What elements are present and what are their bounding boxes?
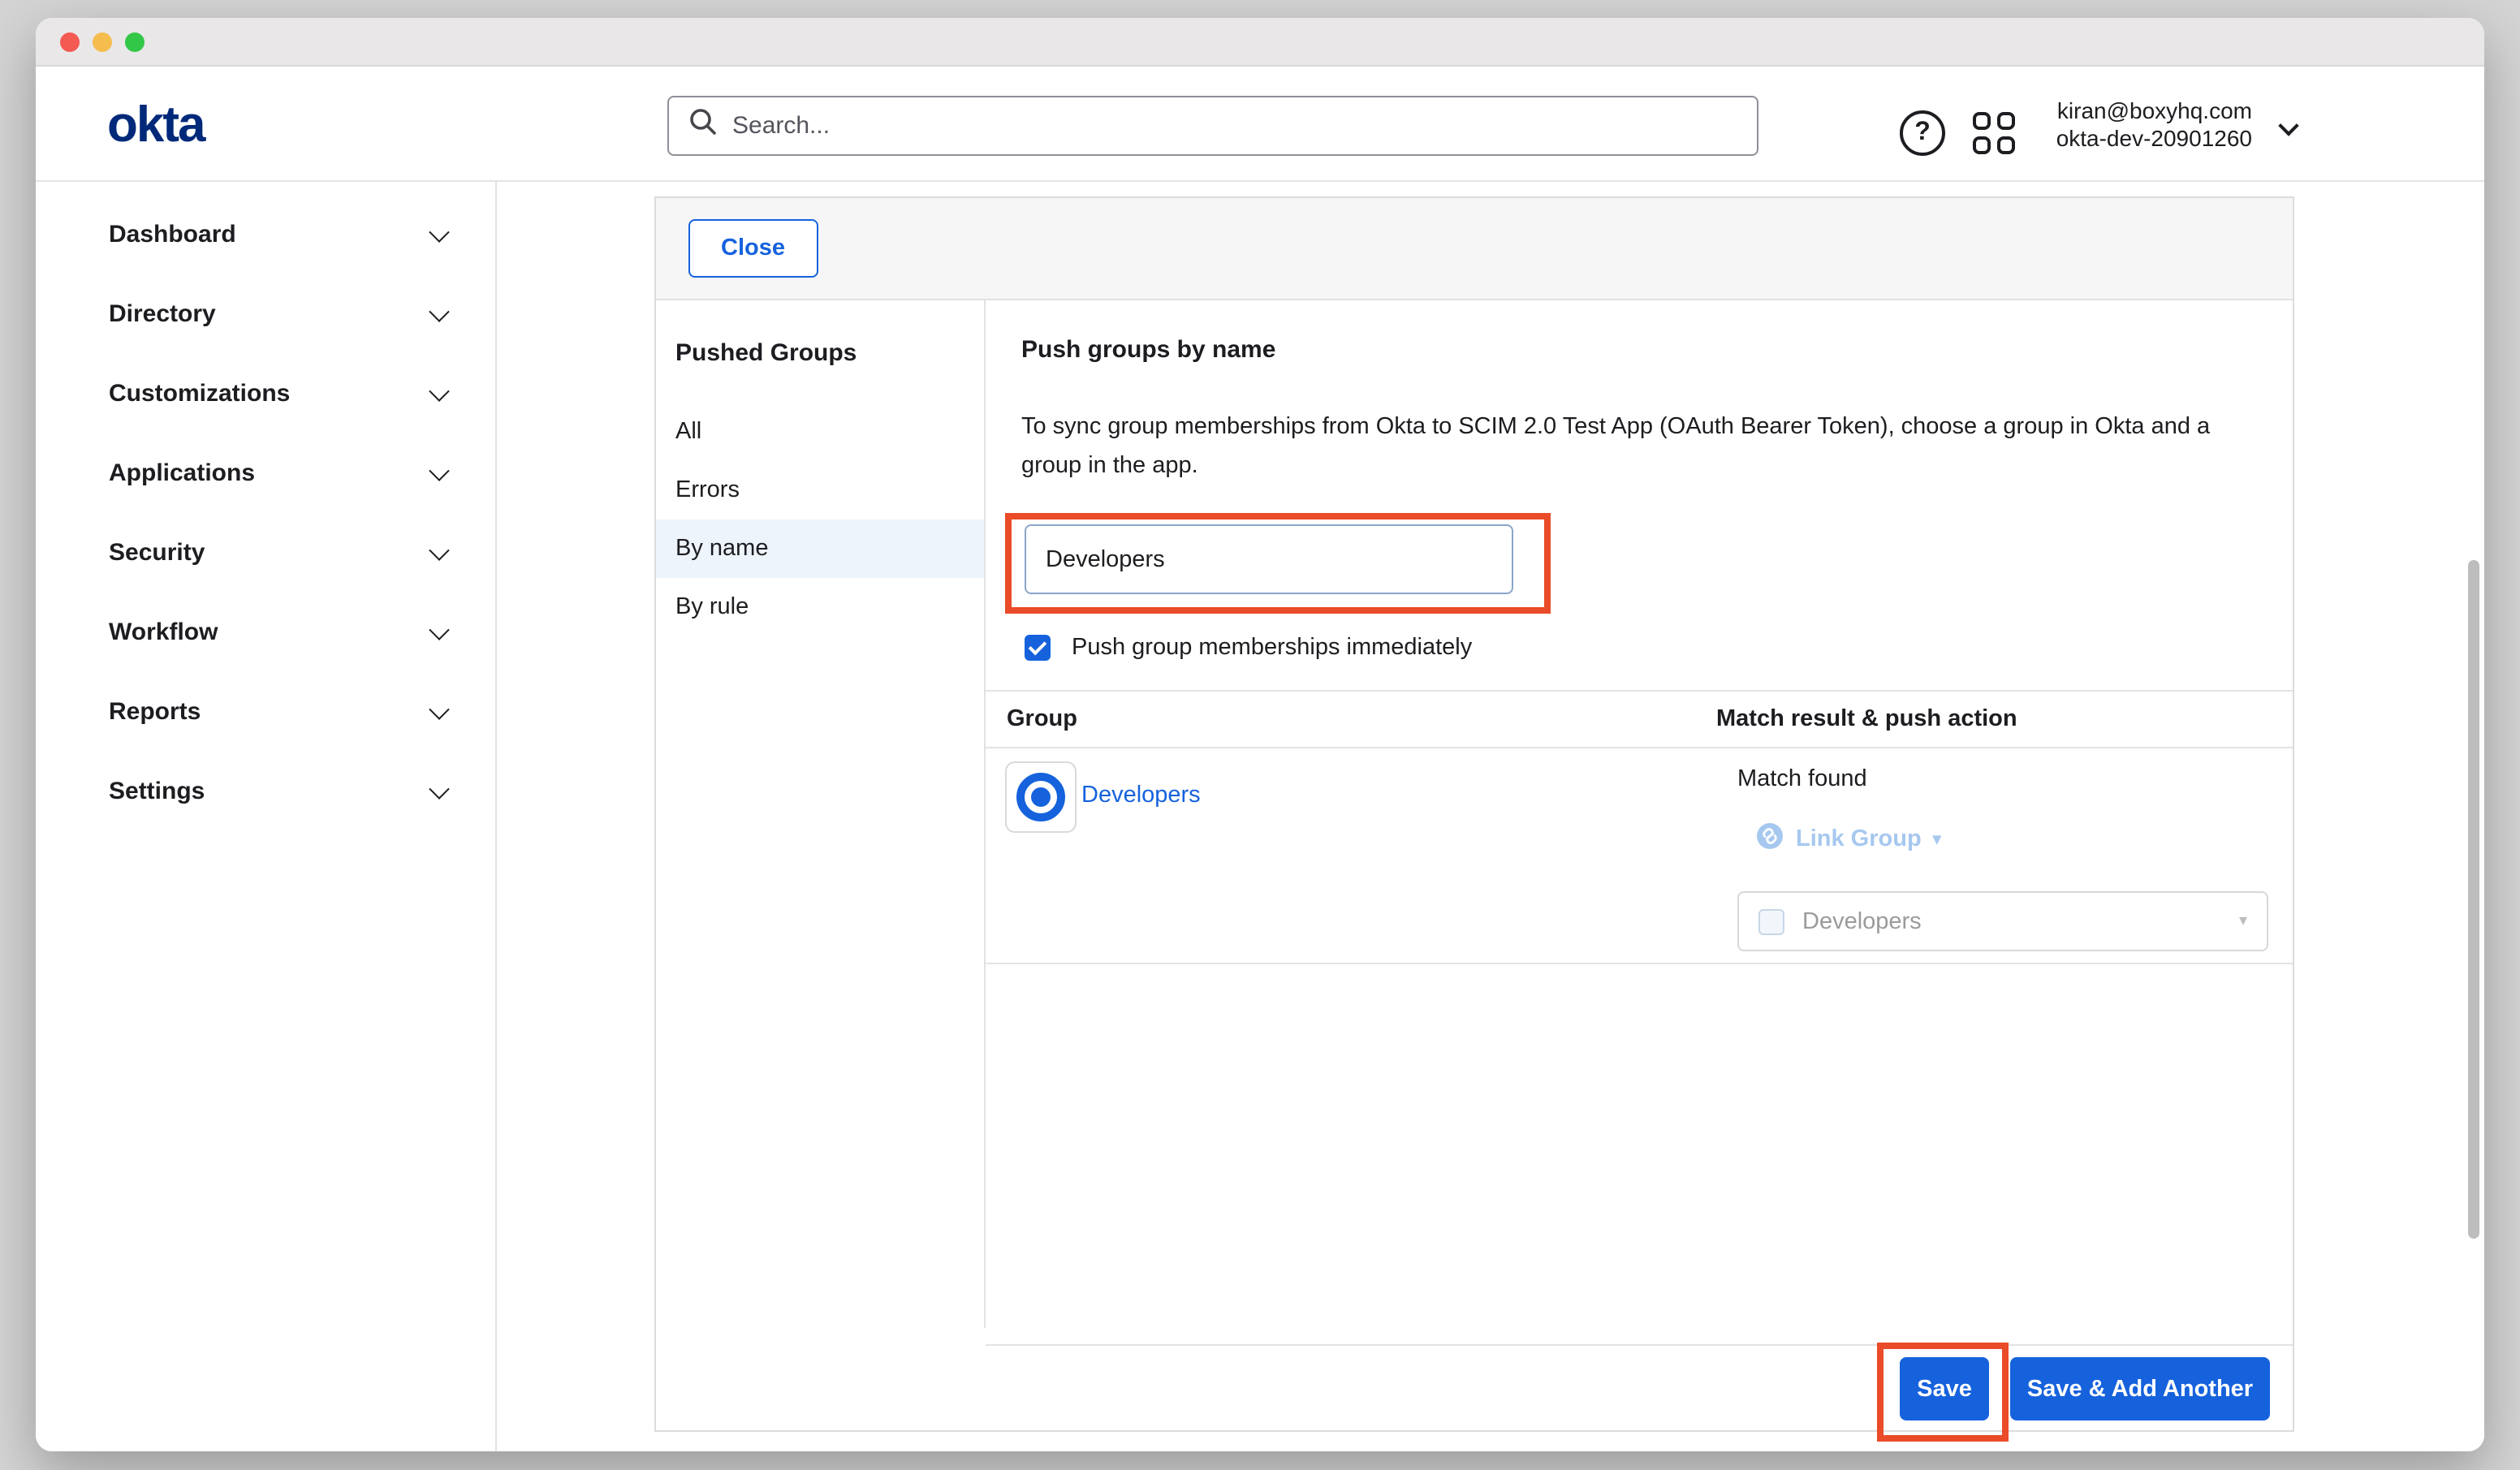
chevron-down-icon: ▾	[1933, 830, 1941, 848]
close-button[interactable]: Close	[688, 219, 818, 278]
linked-group-value: Developers	[1802, 908, 1922, 934]
sidebar-item-settings[interactable]: Settings	[36, 752, 495, 831]
subnav-item-by-rule[interactable]: By rule	[656, 578, 984, 636]
by-name-content: Push groups by name To sync group member…	[986, 300, 2293, 1328]
close-window-button[interactable]	[60, 32, 80, 52]
column-header-match: Match result & push action	[1716, 706, 2017, 732]
footer-divider	[986, 1344, 2293, 1346]
global-search[interactable]	[667, 96, 1758, 156]
account-menu[interactable]: kiran@boxyhq.com okta-dev-20901260	[2056, 97, 2252, 153]
vertical-scrollbar[interactable]	[2468, 560, 2479, 1239]
group-name-link[interactable]: Developers	[1081, 782, 1201, 808]
link-icon	[1755, 821, 1784, 857]
chevron-down-icon	[429, 381, 449, 401]
table-header: Group Match result & push action	[986, 690, 2293, 748]
subnav-item-errors[interactable]: Errors	[656, 461, 984, 519]
browser-window: okta ?	[36, 18, 2484, 1451]
push-immediately-label: Push group memberships immediately	[1072, 635, 1472, 661]
sidebar-item-customizations[interactable]: Customizations	[36, 354, 495, 433]
panel-header: Close	[656, 198, 2293, 300]
group-icon-tile	[1005, 761, 1077, 833]
save-button[interactable]: Save	[1900, 1357, 1989, 1420]
match-status: Match found	[1737, 766, 1867, 792]
column-header-group: Group	[986, 706, 1716, 732]
chevron-down-icon	[429, 619, 449, 640]
sidebar-item-applications[interactable]: Applications	[36, 433, 495, 513]
account-email: kiran@boxyhq.com	[2056, 97, 2252, 125]
window-titlebar	[36, 18, 2484, 67]
group-search-input[interactable]	[1025, 524, 1513, 594]
link-group-button[interactable]: Link Group ▾	[1755, 821, 1941, 857]
push-immediately-checkbox[interactable]	[1025, 635, 1051, 661]
chevron-down-icon	[429, 699, 449, 719]
group-icon	[1016, 773, 1065, 821]
panel-body: Pushed Groups All Errors By name By rule…	[656, 300, 2293, 1328]
sidebar-item-dashboard[interactable]: Dashboard	[36, 195, 495, 274]
top-header: okta ?	[36, 68, 2484, 182]
chevron-down-icon[interactable]	[2278, 115, 2298, 136]
zoom-window-button[interactable]	[125, 32, 145, 52]
chevron-down-icon	[429, 778, 449, 799]
chevron-down-icon	[429, 301, 449, 321]
link-group-label: Link Group	[1796, 826, 1922, 852]
account-org: okta-dev-20901260	[2056, 125, 2252, 153]
sidebar-item-security[interactable]: Security	[36, 513, 495, 593]
subnav-item-by-name[interactable]: By name	[656, 519, 984, 578]
push-immediately-row: Push group memberships immediately	[1025, 635, 1472, 661]
chevron-down-icon	[429, 460, 449, 481]
minimize-window-button[interactable]	[93, 32, 112, 52]
pushed-groups-subnav: Pushed Groups All Errors By name By rule	[656, 300, 986, 1328]
sidebar-item-workflow[interactable]: Workflow	[36, 593, 495, 672]
okta-admin-app: okta ?	[36, 68, 2484, 1451]
page-title: Push groups by name	[1021, 336, 1275, 364]
help-icon[interactable]: ?	[1900, 110, 1945, 156]
sidebar-item-directory[interactable]: Directory	[36, 274, 495, 354]
linked-group-select[interactable]: Developers ▾	[1737, 891, 2268, 951]
save-add-another-button[interactable]: Save & Add Another	[2010, 1357, 2270, 1420]
push-groups-panel: Close Pushed Groups All Errors By name B…	[654, 196, 2294, 1432]
main-area: Close Pushed Groups All Errors By name B…	[497, 182, 2484, 1451]
chevron-down-icon: ▾	[2239, 912, 2247, 930]
desktop: okta ?	[0, 0, 2520, 1470]
search-input[interactable]	[732, 112, 1737, 140]
description-text: To sync group memberships from Okta to S…	[1021, 407, 2231, 485]
subnav-title: Pushed Groups	[656, 320, 984, 403]
search-icon	[688, 107, 718, 144]
apps-grid-icon[interactable]	[1973, 112, 2015, 154]
chevron-down-icon	[429, 222, 449, 242]
group-placeholder-icon	[1758, 908, 1784, 934]
okta-logo[interactable]: okta	[107, 95, 205, 153]
sidebar-nav: Dashboard Directory Customizations Appli…	[36, 182, 497, 1451]
subnav-item-all[interactable]: All	[656, 403, 984, 461]
row-divider	[986, 963, 2293, 964]
sidebar-item-reports[interactable]: Reports	[36, 672, 495, 752]
chevron-down-icon	[429, 540, 449, 560]
